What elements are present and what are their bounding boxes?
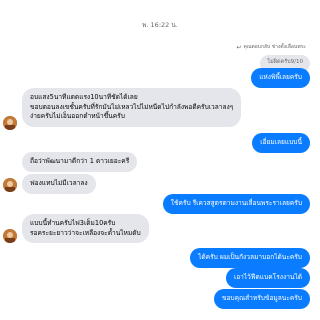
reply-arrow-icon: ↩ [236, 43, 242, 51]
message-bubble-incoming[interactable]: แบบนี้ทำนครับไฟ3เต็ม10ครับ รอคระยะยาวว่า… [22, 214, 149, 243]
contact-avatar[interactable] [3, 229, 17, 243]
reply-context: ↩ คุณตอบกลับ ช่างตั้งเลื่อนพระ [237, 43, 307, 51]
contact-avatar[interactable] [3, 178, 17, 192]
message-bubble-outgoing[interactable]: ขอบคุณสำหรับข้อมูลนะครับ [213, 289, 310, 309]
message-bubble-incoming[interactable]: ถือว่าพัฒนามาดีกว่า 1 ดาวเยอะครี [22, 152, 138, 172]
reply-context-label: คุณตอบกลับ ช่างตั้งเลื่อนพระ [243, 44, 306, 50]
message-bubble-incoming[interactable]: ฟองแทบไม่มีเวลาลง [22, 174, 96, 194]
message-bubble-outgoing[interactable]: เอาไว้ฟีดแบคโรงงานได้ [225, 268, 310, 288]
message-bubble-outgoing[interactable]: ได้ครับ ผมเป็นกังวลมาบอกได้นะครับ [190, 248, 310, 268]
avatar-image [3, 229, 17, 243]
avatar-image [3, 178, 17, 192]
message-bubble-outgoing[interactable]: เอี่ยมเลยแบบนี้ [252, 133, 310, 153]
message-bubble-outgoing[interactable]: แห่งพิพี้เลยครับ [251, 68, 310, 88]
message-bubble-incoming[interactable]: อบแสง5นาทีแดดแรง10นาทีชัดได้เลย ขอบตอนลง… [22, 88, 242, 127]
message-bubble-outgoing[interactable]: ใช้ครับ รีเควสสูตรตามงานเลื่อนพระราเลยคร… [162, 194, 310, 214]
contact-avatar[interactable] [3, 116, 17, 130]
avatar-image [3, 116, 17, 130]
timestamp: พ. 16:22 น. [142, 21, 178, 29]
